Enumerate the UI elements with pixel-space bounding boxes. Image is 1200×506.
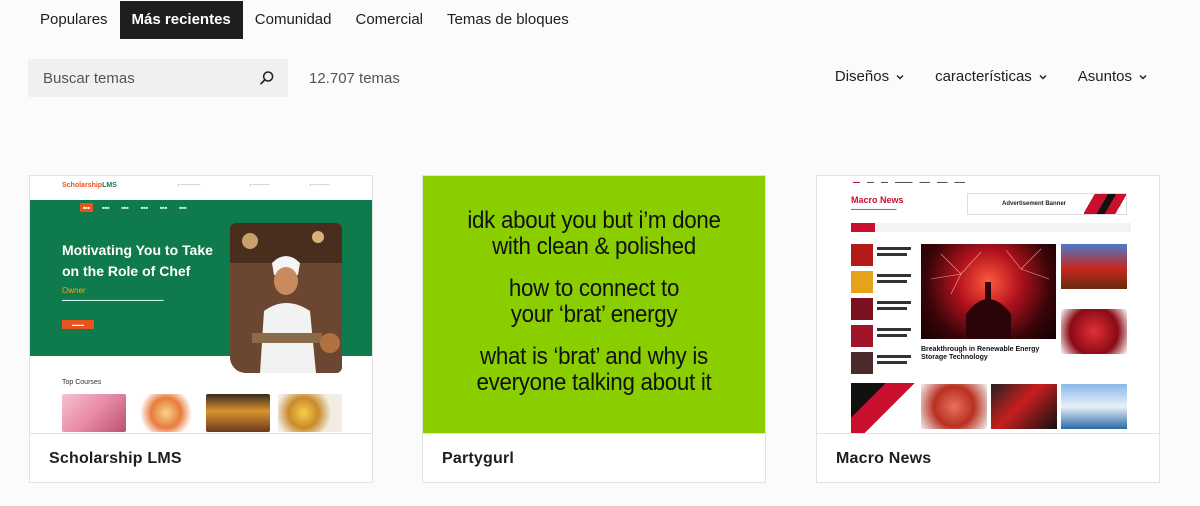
designs-dropdown[interactable]: Diseños <box>835 68 905 85</box>
preview-course-image <box>134 394 198 432</box>
preview-course-image <box>62 394 126 432</box>
preview-paragraph: ▬▬▬▬▬▬▬▬▬▬▬▬▬▬▬▬▬▬▬▬▬▬▬▬▬▬▬▬▬ <box>62 298 164 302</box>
preview-text-line: what is ‘brat’ and why is <box>480 343 708 370</box>
preview-info: ▪ ────── <box>310 182 330 187</box>
search-box <box>28 59 288 97</box>
features-dropdown[interactable]: características <box>935 68 1048 85</box>
preview-info: ▪ ─────── <box>178 182 201 187</box>
preview-thumb <box>1061 309 1127 354</box>
preview-ad-text: Advertisement Banner <box>1002 201 1067 207</box>
preview-side-item <box>851 352 913 374</box>
preview-main-image <box>921 244 1056 339</box>
preview-side-item <box>851 298 913 320</box>
tab-comunidad[interactable]: Comunidad <box>243 1 344 39</box>
preview-button: ▬▬▬ <box>62 320 94 329</box>
designs-label: Diseños <box>834 68 890 85</box>
preview-side-item <box>851 325 913 347</box>
preview-site-title: Macro News <box>851 195 904 205</box>
preview-text-line: idk about you but i’m done <box>467 207 721 234</box>
preview-thumb <box>991 384 1057 429</box>
theme-card-macro-news[interactable]: ▬▬ ▬▬ ▬▬ ▬▬▬▬▬ ▬▬▬ ▬▬▬ ▬▬▬ Macro News ▬▬▬▬▬▬▬▬… <box>816 175 1160 483</box>
preview-course-image <box>278 394 342 432</box>
theme-count: 12.707 temas <box>309 70 400 87</box>
chevron-down-icon <box>896 74 904 79</box>
theme-card-partygurl[interactable]: idk about you but i’m done with clean & … <box>422 175 766 483</box>
preview-headline: Motivating You to Take on the Role of Ch… <box>62 242 213 279</box>
preview-text-line: how to connect to <box>508 275 680 302</box>
preview-ticker <box>851 223 1131 232</box>
preview-ad-banner: Advertisement Banner <box>967 193 1127 215</box>
preview-text-line: your ‘brat’ energy <box>510 301 678 328</box>
search-input[interactable] <box>28 69 248 87</box>
preview-nav: ■■■ ■■■ ■■■ ■■■ ■■■ ■■■ <box>80 203 190 212</box>
tab-comercial[interactable]: Comercial <box>344 1 436 39</box>
theme-name[interactable]: Scholarship LMS <box>49 450 182 468</box>
preview-logo: ScholarshipLMS <box>62 182 117 189</box>
preview-chef-photo <box>230 223 342 373</box>
preview-headline: Breakthrough in Renewable Energy Storage… <box>921 346 1040 361</box>
search-icon[interactable] <box>258 69 276 87</box>
preview-thumb <box>921 384 987 429</box>
theme-screenshot[interactable]: ScholarshipLMS ▪ ─────── ▪ ────── ▪ ────… <box>30 176 372 434</box>
preview-accent: Owner <box>62 286 86 295</box>
preview-ad-graphic <box>1084 194 1126 214</box>
preview-thumb <box>1061 384 1127 429</box>
preview-text-line: everyone talking about it <box>476 369 712 396</box>
theme-category-tabs: Populares Más recientes Comunidad Comerc… <box>28 1 581 39</box>
theme-card-scholarship-lms[interactable]: ScholarshipLMS ▪ ─────── ▪ ────── ▪ ────… <box>29 175 373 483</box>
preview-nav: ▬▬ ▬▬ ▬▬ ▬▬▬▬▬ ▬▬▬ ▬▬▬ ▬▬▬ <box>853 180 965 184</box>
preview-tagline: ▬▬▬▬▬▬▬▬▬▬▬▬▬ <box>851 207 897 211</box>
chevron-down-icon <box>1139 74 1147 79</box>
preview-side-item <box>851 271 913 293</box>
theme-name[interactable]: Macro News <box>836 450 931 468</box>
chevron-down-icon <box>1039 74 1047 79</box>
theme-screenshot[interactable]: ▬▬ ▬▬ ▬▬ ▬▬▬▬▬ ▬▬▬ ▬▬▬ ▬▬▬ Macro News ▬▬▬▬▬▬▬▬… <box>817 176 1159 434</box>
theme-screenshot[interactable]: idk about you but i’m done with clean & … <box>423 176 765 434</box>
preview-side-item <box>851 244 913 266</box>
features-label: características <box>935 68 1032 85</box>
preview-thumb <box>1061 244 1127 289</box>
preview-info: ▪ ────── <box>250 182 270 187</box>
subjects-dropdown[interactable]: Asuntos <box>1078 68 1148 85</box>
preview-course-image <box>206 394 270 432</box>
preview-side-ad <box>851 383 917 433</box>
preview-section-title: Top Courses <box>62 379 102 386</box>
tab-populares[interactable]: Populares <box>28 1 120 39</box>
subjects-label: Asuntos <box>1077 68 1132 85</box>
theme-name[interactable]: Partygurl <box>442 450 514 468</box>
tab-mas-recientes[interactable]: Más recientes <box>119 1 243 39</box>
preview-text-line: with clean & polished <box>492 233 696 260</box>
tab-temas-de-bloques[interactable]: Temas de bloques <box>435 1 581 39</box>
filter-dropdowns: Diseños características Asuntos <box>835 68 1148 85</box>
